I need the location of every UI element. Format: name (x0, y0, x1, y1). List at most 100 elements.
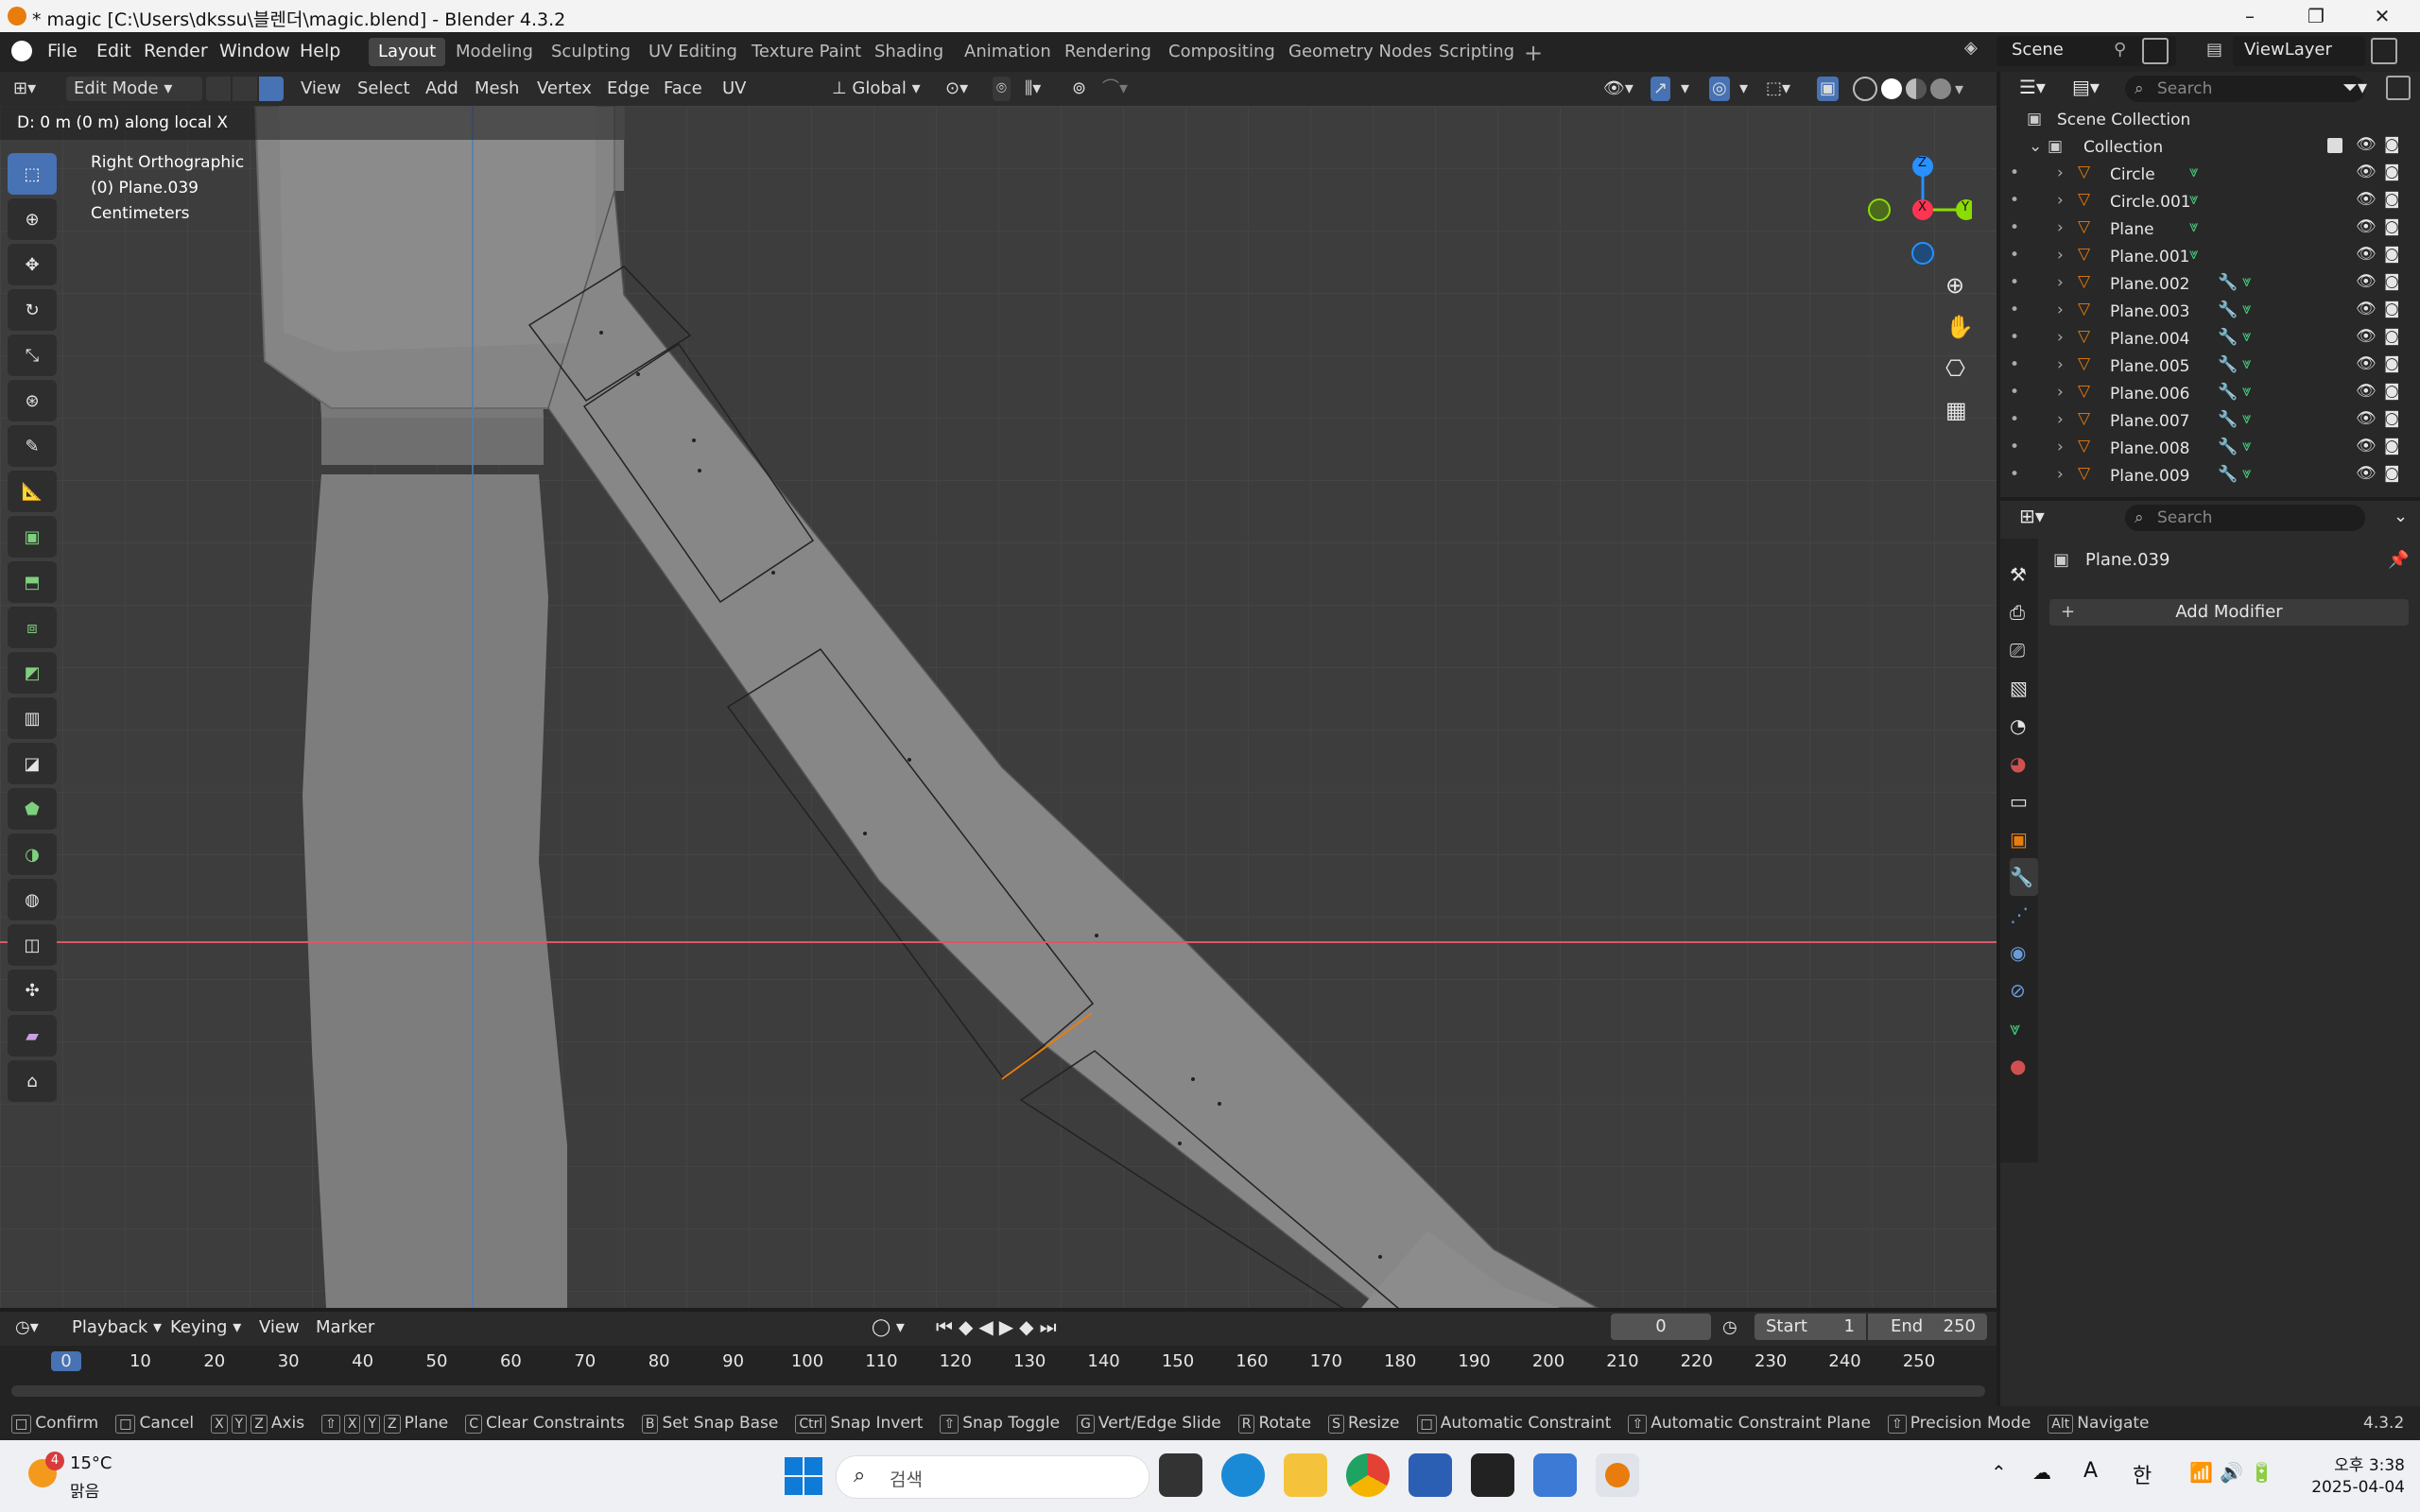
wifi-icon[interactable]: 📶 (2189, 1461, 2213, 1484)
timeline-menu-marker[interactable]: Marker (316, 1317, 374, 1337)
annotate-icon[interactable]: ✎ (8, 425, 57, 467)
pin-icon[interactable]: 📌 (2388, 550, 2409, 570)
modifier-icon[interactable]: 🔧 (2218, 438, 2238, 456)
header-menu-add[interactable]: Add (425, 77, 458, 101)
shear-icon[interactable]: ▰ (8, 1015, 57, 1057)
transform-orientation-dropdown[interactable]: ⊥ Global ▾ (832, 77, 921, 101)
expand-icon[interactable]: › (2057, 163, 2064, 182)
preview-range-icon[interactable]: ◷ (1722, 1317, 1737, 1337)
mesh-data-icon[interactable]: ⩔ (2242, 300, 2252, 318)
tab-geometry-nodes[interactable]: Geometry Nodes (1279, 38, 1442, 66)
minimize-button[interactable]: – (2221, 0, 2278, 32)
clock-time[interactable]: 오후 3:38 (2303, 1452, 2405, 1475)
outliner-item[interactable]: • › ▽ Plane.006 🔧 ⩔ 👁 ◙ (2000, 380, 2420, 407)
maximize-button[interactable]: ❐ (2288, 0, 2344, 32)
move-icon[interactable]: ✥ (8, 244, 57, 285)
add-cube-icon[interactable]: ▣ (8, 516, 57, 558)
mesh-data-icon[interactable]: ⩔ (2189, 217, 2199, 236)
camera-render-icon[interactable]: ◙ (2384, 135, 2400, 154)
expand-icon[interactable]: › (2057, 383, 2064, 402)
auto-keying-icon[interactable]: ◯ ▾ (872, 1317, 905, 1337)
tab-compositing[interactable]: Compositing (1159, 38, 1285, 66)
object-tab-icon[interactable]: ▣ (2010, 820, 2038, 858)
mesh-data-icon[interactable]: ⩔ (2189, 163, 2199, 181)
next-keyframe-icon[interactable]: ◆ (1019, 1315, 1039, 1338)
xray-icon[interactable]: ▣ (1817, 77, 1840, 101)
mesh-data-icon[interactable]: ⩔ (2242, 382, 2252, 401)
falloff-icon[interactable]: ⌒▾ (1102, 77, 1128, 101)
chrome-icon[interactable] (1346, 1453, 1390, 1497)
data-tab-icon[interactable]: ⩔ (2010, 1009, 2038, 1047)
header-menu-view[interactable]: View (301, 77, 341, 101)
eye-icon[interactable]: 👁 (2356, 327, 2377, 346)
terminal-icon[interactable] (1471, 1453, 1514, 1497)
navigation-gizmo[interactable]: Z X Y (1858, 153, 1977, 266)
timeline-track[interactable]: 0 10 20 30 40 50 60 70 80 90 100 110 120 130 140 150 160… (0, 1346, 1996, 1406)
rotate-icon[interactable]: ↻ (8, 289, 57, 331)
battery-icon[interactable]: 🔋 (2250, 1461, 2273, 1484)
loop-cut-icon[interactable]: ▥ (8, 697, 57, 739)
rip-region-icon[interactable]: ⌂ (8, 1060, 57, 1102)
outliner-type-icon[interactable]: ☰▾ (2019, 76, 2046, 98)
outliner-item[interactable]: • › ▽ Circle.001 ⩔ 👁 ◙ (2000, 188, 2420, 215)
new-collection-icon[interactable] (2386, 76, 2411, 100)
blender-menu-icon[interactable] (11, 41, 32, 61)
overlay-icon[interactable]: ◎ (1709, 77, 1730, 101)
view-layer-tab-icon[interactable]: ▧ (2010, 669, 2038, 707)
jump-end-icon[interactable]: ⏭ (1040, 1315, 1063, 1338)
camera-render-icon[interactable]: ◙ (2384, 300, 2400, 318)
editor-type-icon[interactable]: ⊞▾ (13, 77, 36, 101)
cursor-icon[interactable]: ⊕ (8, 198, 57, 240)
wireframe-shading-icon[interactable] (1853, 77, 1877, 101)
expand-icon[interactable]: › (2057, 246, 2064, 265)
particles-tab-icon[interactable]: ⋰ (2010, 896, 2038, 934)
collapse-icon[interactable]: ⌄ (2029, 137, 2042, 156)
expand-icon[interactable]: › (2057, 355, 2064, 374)
onedrive-icon[interactable]: ☁ (2032, 1461, 2051, 1484)
camera-render-icon[interactable]: ◙ (2384, 327, 2400, 346)
outliner-item[interactable]: • › ▽ Plane.002 🔧 ⩔ 👁 ◙ (2000, 270, 2420, 298)
camera-render-icon[interactable]: ◙ (2384, 409, 2400, 428)
poly-build-icon[interactable]: ⬟ (8, 788, 57, 830)
perspective-grid-icon[interactable]: ▦ (1945, 397, 1967, 423)
eye-icon[interactable]: 👁 (2356, 409, 2377, 428)
tray-overflow-icon[interactable]: ⌃ (1991, 1461, 2007, 1484)
eye-icon[interactable]: 👁 (2356, 382, 2377, 401)
eye-icon[interactable]: 👁 (2356, 163, 2377, 181)
tab-layout[interactable]: Layout (369, 38, 446, 66)
modifier-icon[interactable]: 🔧 (2218, 410, 2238, 429)
mesh-data-icon[interactable]: ⩔ (2242, 327, 2252, 346)
close-button[interactable]: ✕ (2354, 0, 2411, 32)
expand-icon[interactable]: › (2057, 218, 2064, 237)
expand-icon[interactable]: › (2057, 465, 2064, 484)
view-layer-icon[interactable]: ▤ (2206, 40, 2222, 60)
add-modifier-button[interactable]: + Add Modifier (2049, 599, 2409, 626)
camera-render-icon[interactable]: ◙ (2384, 217, 2400, 236)
mesh-overlay-icon[interactable]: ⬚▾ (1766, 77, 1790, 101)
mesh-data-icon[interactable]: ⩔ (2189, 190, 2199, 209)
expand-icon[interactable]: › (2057, 438, 2064, 456)
eye-icon[interactable]: 👁 (2356, 437, 2377, 455)
ime-mode[interactable]: A (2083, 1459, 2098, 1483)
outliner-item[interactable]: • › ▽ Plane.005 🔧 ⩔ 👁 ◙ (2000, 352, 2420, 380)
menu-edit[interactable]: Edit (96, 41, 131, 61)
outliner-item[interactable]: • › ▽ Plane.001 ⩔ 👁 ◙ (2000, 243, 2420, 270)
taskbar-search-input[interactable]: ⌕ 검색 (836, 1455, 1150, 1499)
properties-type-icon[interactable]: ⊞▾ (2019, 505, 2045, 527)
expand-icon[interactable]: › (2057, 410, 2064, 429)
edge-browser-icon[interactable] (1221, 1453, 1265, 1497)
windows-start-icon[interactable] (785, 1457, 822, 1495)
jump-start-icon[interactable]: ⏮ (936, 1315, 959, 1338)
shading-dropdown-icon[interactable]: ▾ (1955, 79, 1963, 99)
header-menu-select[interactable]: Select (357, 77, 410, 101)
edge-slide-icon[interactable]: ◫ (8, 924, 57, 966)
properties-search-input[interactable]: ⌕ Search (2125, 505, 2365, 531)
visibility-icon[interactable]: 👁▾ (1603, 77, 1634, 101)
collection-checkbox[interactable] (2327, 138, 2342, 153)
outliner-item[interactable]: • › ▽ Plane.007 🔧 ⩔ 👁 ◙ (2000, 407, 2420, 435)
play-reverse-icon[interactable]: ◀ (978, 1315, 998, 1338)
mesh-data-icon[interactable]: ⩔ (2242, 354, 2252, 373)
pan-hand-icon[interactable]: ✋ (1945, 314, 1974, 340)
ime-language[interactable]: 한 (2133, 1459, 2152, 1489)
extrude-icon[interactable]: ⬒ (8, 561, 57, 603)
